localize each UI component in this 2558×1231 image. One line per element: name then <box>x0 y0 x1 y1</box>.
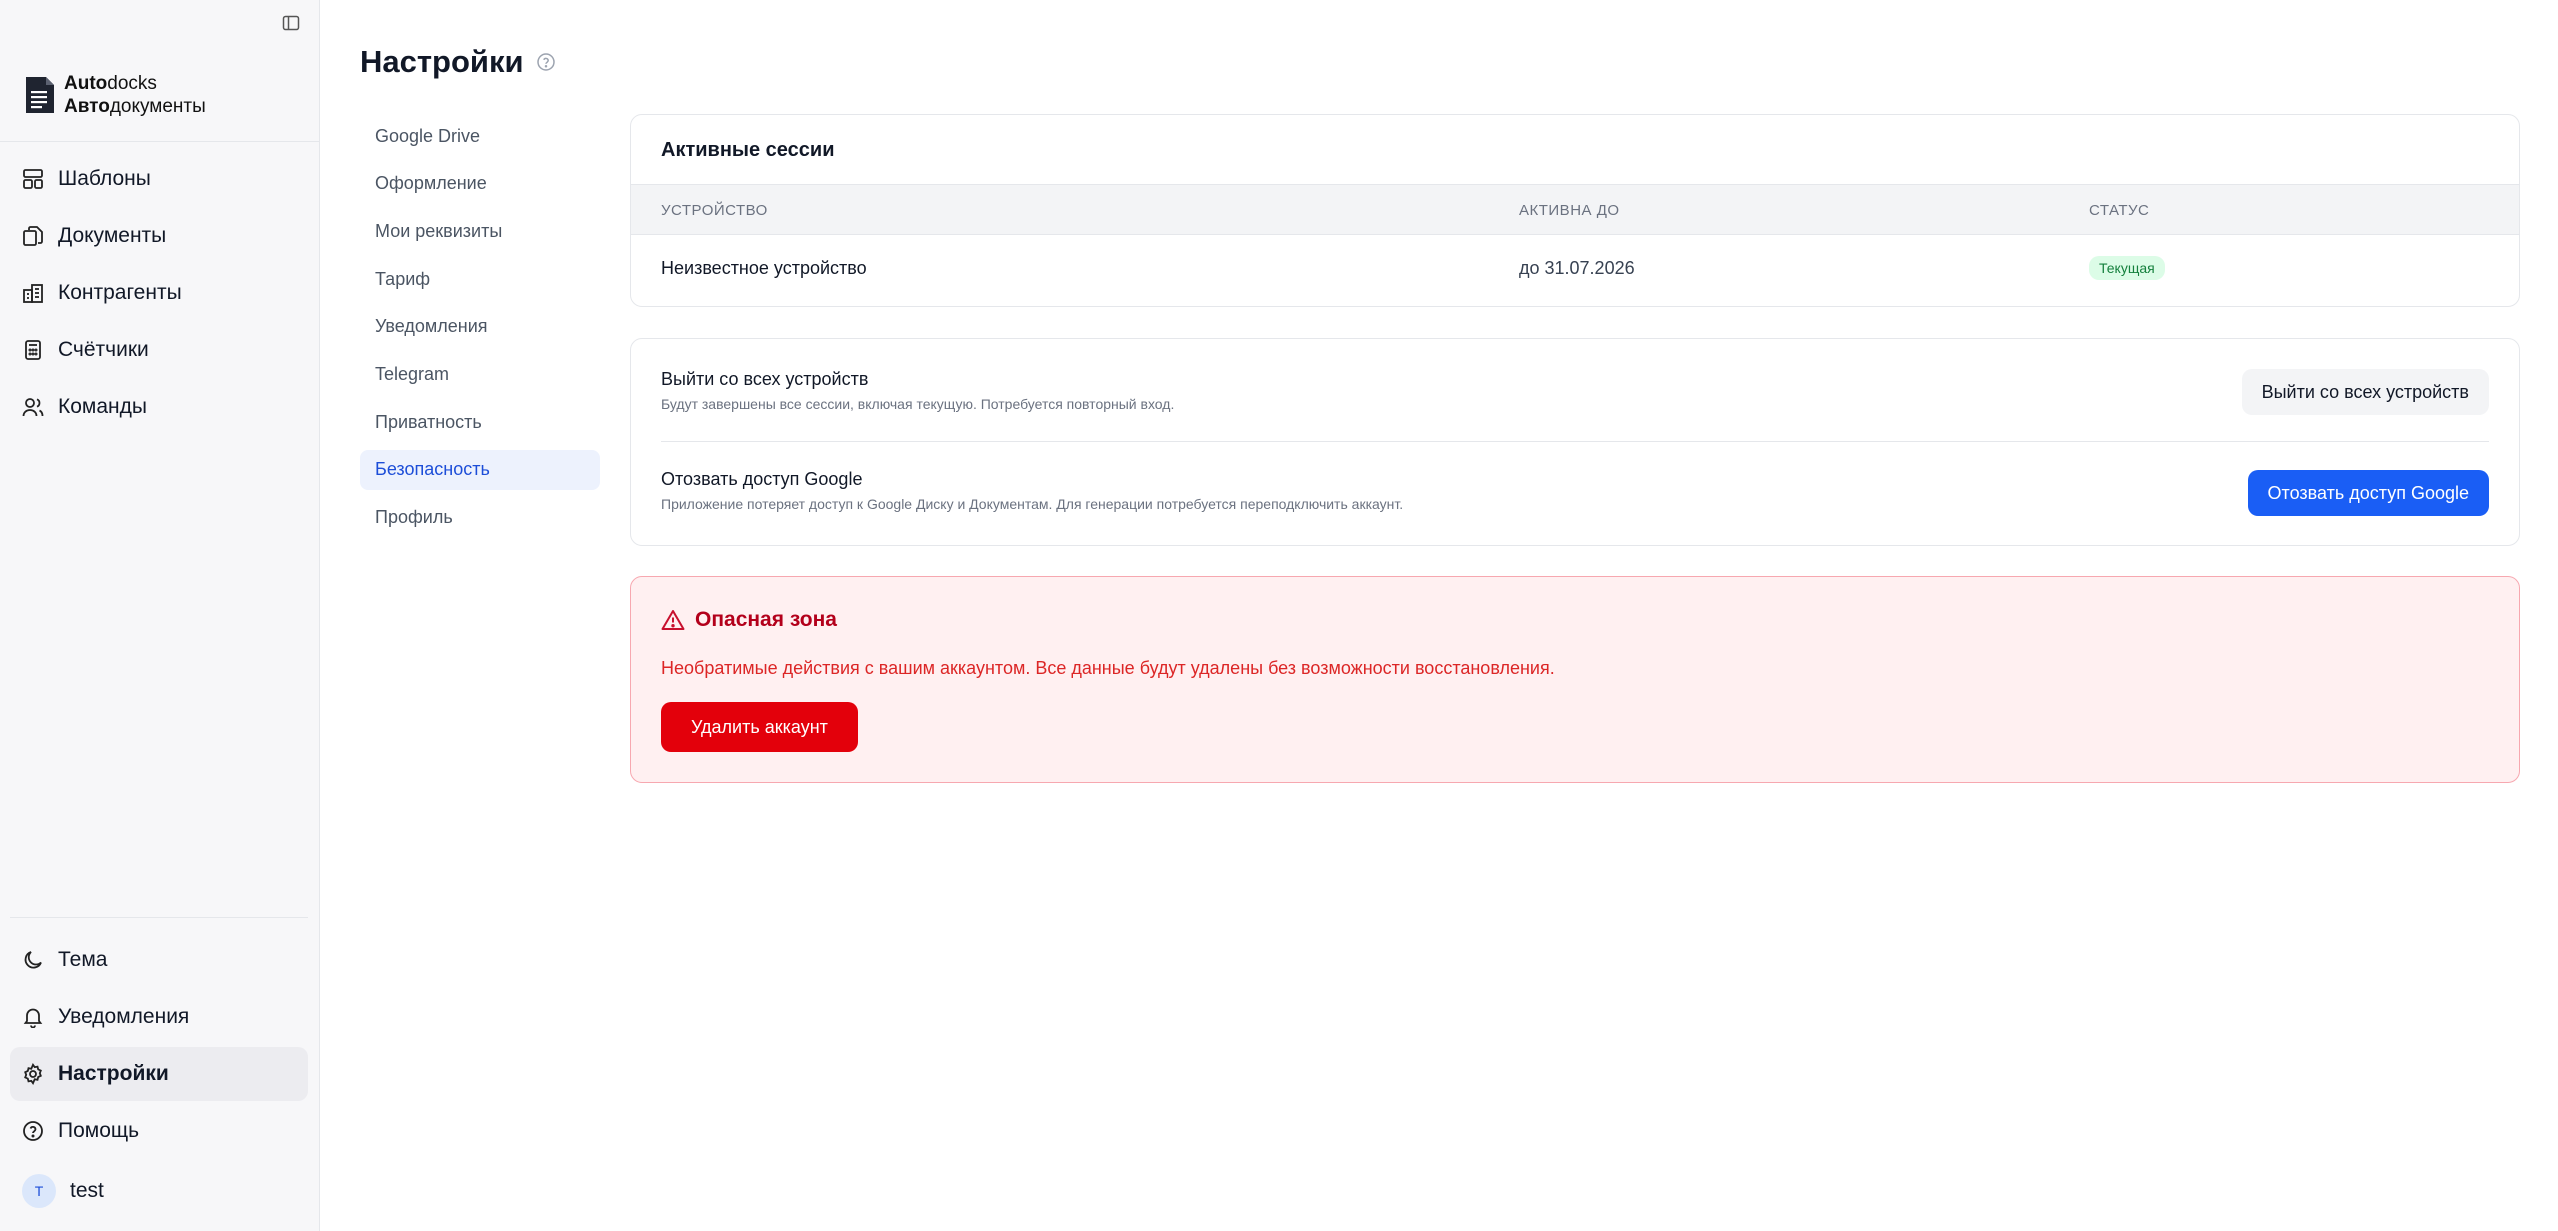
documents-icon <box>23 226 43 246</box>
sidebar-item-label: Документы <box>58 224 167 247</box>
panel-left-icon <box>282 15 300 31</box>
sidebar-item-documents[interactable]: Документы <box>10 209 308 263</box>
sidebar-item-label: Счётчики <box>58 338 149 361</box>
sidebar-item-help[interactable]: Помощь <box>10 1104 308 1158</box>
help-icon[interactable] <box>536 52 556 72</box>
revoke-google-description: Приложение потеряет доступ к Google Диск… <box>661 496 1404 512</box>
settings-tab-google-drive[interactable]: Google Drive <box>360 116 600 156</box>
sidebar-divider <box>10 917 308 918</box>
column-header-status: СТАТУС <box>2089 202 2150 219</box>
sidebar-item-label: Тема <box>58 948 108 971</box>
settings-tab-telegram[interactable]: Telegram <box>360 354 600 394</box>
revoke-google-button[interactable]: Отозвать доступ Google <box>2247 470 2489 516</box>
sessions-table-header: УСТРОЙСТВО АКТИВНА ДО СТАТУС <box>631 184 2519 235</box>
delete-account-button[interactable]: Удалить аккаунт <box>661 702 858 752</box>
document-logo-icon <box>26 77 54 113</box>
danger-zone-title: Опасная зона <box>695 608 837 631</box>
brand-line2-rest: документы <box>109 96 206 117</box>
sidebar-item-label: Уведомления <box>58 1005 190 1028</box>
layout-template-icon <box>23 169 43 189</box>
divider <box>661 441 2489 442</box>
account-actions-card: Выйти со всех устройств Будут завершены … <box>630 338 2520 546</box>
sidebar-toggle-button[interactable] <box>278 10 304 36</box>
settings-tab-notifications[interactable]: Уведомления <box>360 307 600 347</box>
settings-nav: Google Drive Оформление Мои реквизиты Та… <box>360 116 600 545</box>
page-title: Настройки <box>360 44 524 79</box>
settings-tab-privacy[interactable]: Приватность <box>360 402 600 442</box>
session-device: Неизвестное устройство <box>661 258 867 278</box>
settings-tab-requisites[interactable]: Мои реквизиты <box>360 211 600 251</box>
sessions-title: Активные сессии <box>661 139 835 161</box>
sidebar-item-label: Настройки <box>58 1062 169 1085</box>
users-icon <box>22 398 44 417</box>
user-profile-menu[interactable]: T test <box>10 1164 308 1218</box>
user-name: test <box>70 1179 104 1202</box>
revoke-google-info: Отозвать доступ Google Приложение потеря… <box>661 469 1403 512</box>
settings-tab-profile[interactable]: Профиль <box>360 498 600 538</box>
brand-line1-bold: Auto <box>64 73 108 94</box>
sidebar-item-label: Контрагенты <box>58 281 182 304</box>
sidebar: Autodocks Автодокументы Шаблоны Документ… <box>0 0 320 1231</box>
brand-logo[interactable]: Autodocks Автодокументы <box>24 72 206 118</box>
sidebar-item-notifications[interactable]: Уведомления <box>10 990 308 1044</box>
logout-all-description: Будут завершены все сессии, включая теку… <box>661 396 1175 412</box>
settings-tab-appearance[interactable]: Оформление <box>360 164 600 204</box>
logout-all-button[interactable]: Выйти со всех устройств <box>2241 369 2489 415</box>
danger-zone-card: Опасная зона Необратимые действия с ваши… <box>630 576 2520 783</box>
sidebar-item-counters[interactable]: Счётчики <box>10 323 308 377</box>
brand-name: Autodocks Автодокументы <box>64 72 206 118</box>
moon-icon <box>24 951 42 969</box>
logout-all-title: Выйти со всех устройств <box>661 369 869 389</box>
active-sessions-card: Активные сессии УСТРОЙСТВО АКТИВНА ДО СТ… <box>630 114 2520 307</box>
danger-zone-description: Необратимые действия с вашим аккаунтом. … <box>661 658 1555 678</box>
sidebar-divider <box>0 141 320 142</box>
avatar: T <box>22 1174 56 1208</box>
sidebar-item-counterparties[interactable]: Контрагенты <box>10 266 308 320</box>
sidebar-item-label: Шаблоны <box>58 167 151 190</box>
sidebar-item-theme[interactable]: Тема <box>10 933 308 987</box>
sidebar-item-label: Команды <box>58 395 147 418</box>
sidebar-item-settings[interactable]: Настройки <box>10 1047 308 1101</box>
alert-triangle-icon <box>661 610 685 630</box>
column-header-active-until: АКТИВНА ДО <box>1519 202 1620 219</box>
sidebar-item-teams[interactable]: Команды <box>10 380 308 434</box>
sidebar-item-label: Помощь <box>58 1119 140 1142</box>
sidebar-item-templates[interactable]: Шаблоны <box>10 152 308 206</box>
brand-line1-rest: docks <box>107 73 157 94</box>
calculator-icon <box>25 340 41 360</box>
building-icon <box>23 284 43 303</box>
logout-all-info: Выйти со всех устройств Будут завершены … <box>661 369 1174 412</box>
bell-icon <box>23 1008 43 1028</box>
settings-tab-security[interactable]: Безопасность <box>360 449 600 490</box>
page-header: Настройки <box>360 44 556 80</box>
status-badge: Текущая <box>2089 256 2165 280</box>
danger-zone-header: Опасная зона <box>661 608 837 632</box>
column-header-device: УСТРОЙСТВО <box>661 202 768 219</box>
revoke-google-title: Отозвать доступ Google <box>661 469 863 489</box>
settings-tab-tariff[interactable]: Тариф <box>360 259 600 299</box>
help-circle-icon <box>23 1121 43 1141</box>
gear-icon <box>24 1063 42 1085</box>
brand-line2-bold: Авто <box>64 96 110 117</box>
session-until: до 31.07.2026 <box>1519 258 1635 278</box>
